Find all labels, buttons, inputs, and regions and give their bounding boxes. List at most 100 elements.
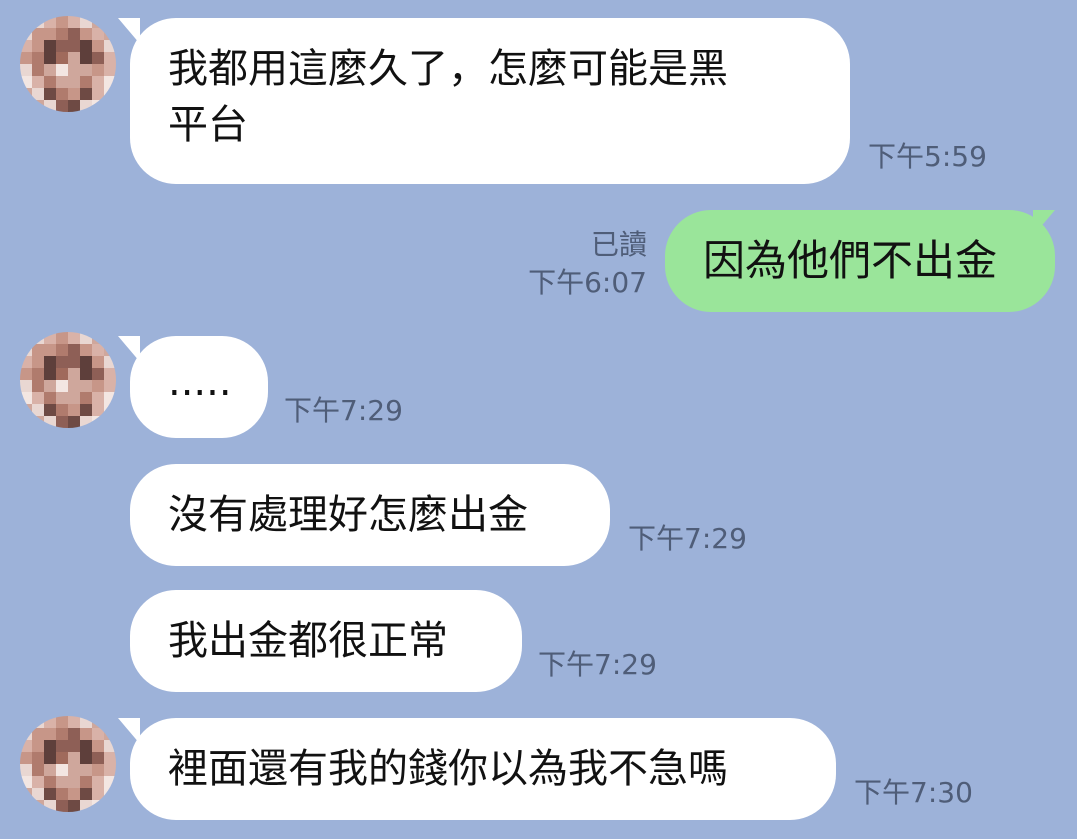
avatar-pixel [92, 40, 104, 52]
avatar-pixel [92, 752, 104, 764]
avatar-pixel [92, 88, 104, 100]
avatar-pixel [44, 776, 56, 788]
avatar-pixel [44, 788, 56, 800]
avatar-pixel [20, 16, 32, 28]
avatar-pixel [56, 752, 68, 764]
avatar-pixel [32, 740, 44, 752]
avatar-pixel [44, 728, 56, 740]
avatar-pixel [44, 88, 56, 100]
avatar-pixel [80, 76, 92, 88]
avatar-pixel [68, 416, 80, 428]
message-bubble-incoming[interactable]: 沒有處理好怎麼出金 [130, 464, 610, 566]
avatar-pixel [44, 52, 56, 64]
avatar-pixel [44, 356, 56, 368]
contact-avatar[interactable] [20, 332, 116, 428]
avatar-pixel [56, 728, 68, 740]
avatar-pixel [92, 776, 104, 788]
avatar-pixel [20, 356, 32, 368]
avatar-pixel [80, 800, 92, 812]
avatar-pixel [92, 52, 104, 64]
avatar-pixel [56, 368, 68, 380]
avatar-pixel [92, 788, 104, 800]
avatar-pixel [92, 368, 104, 380]
avatar-pixel [56, 100, 68, 112]
avatar-pixel [104, 368, 116, 380]
avatar-pixel [56, 764, 68, 776]
message-timestamp: 下午5:59 [868, 140, 987, 173]
contact-avatar[interactable] [20, 716, 116, 812]
avatar-pixel [56, 788, 68, 800]
avatar-pixel [44, 28, 56, 40]
avatar-pixel [56, 392, 68, 404]
avatar-pixel [56, 416, 68, 428]
avatar-pixel [56, 52, 68, 64]
avatar-pixel [104, 40, 116, 52]
avatar-pixel [104, 88, 116, 100]
avatar-pixel [20, 716, 32, 728]
avatar-pixel [104, 344, 116, 356]
message-bubble-incoming[interactable]: 裡面還有我的錢你以為我不急嗎 [130, 718, 836, 820]
avatar-pixel [80, 368, 92, 380]
avatar-pixel [80, 332, 92, 344]
avatar-pixel [44, 76, 56, 88]
avatar-pixel [68, 28, 80, 40]
avatar-pixel [44, 416, 56, 428]
message-bubble-incoming[interactable]: ..... [130, 336, 268, 438]
avatar-pixel [32, 392, 44, 404]
avatar-pixel [68, 368, 80, 380]
avatar-pixel [20, 40, 32, 52]
message-bubble-outgoing[interactable]: 因為他們不出金 [665, 210, 1055, 312]
avatar-pixel [68, 740, 80, 752]
read-receipt: 已讀 [590, 228, 647, 261]
avatar-pixel [104, 356, 116, 368]
message-bubble-incoming[interactable]: 我出金都很正常 [130, 590, 522, 692]
avatar-pixel [68, 344, 80, 356]
contact-avatar[interactable] [20, 16, 116, 112]
avatar-pixel [80, 88, 92, 100]
avatar-pixel [44, 764, 56, 776]
avatar-pixel [104, 392, 116, 404]
message-timestamp: 下午7:29 [284, 394, 403, 427]
avatar-pixel [80, 764, 92, 776]
avatar-pixel [104, 332, 116, 344]
avatar-pixel [32, 416, 44, 428]
avatar-pixel [80, 40, 92, 52]
avatar-pixel [56, 332, 68, 344]
avatar-pixel [32, 100, 44, 112]
avatar-pixel [68, 776, 80, 788]
avatar-pixel [20, 64, 32, 76]
avatar-pixel [92, 100, 104, 112]
avatar-pixel [20, 392, 32, 404]
avatar-pixel [20, 100, 32, 112]
avatar-pixel [56, 28, 68, 40]
avatar-pixel [32, 752, 44, 764]
avatar-pixel [80, 728, 92, 740]
avatar-pixel [92, 356, 104, 368]
avatar-pixel [56, 88, 68, 100]
avatar-pixel [92, 728, 104, 740]
avatar-pixel [80, 416, 92, 428]
avatar-pixel [80, 380, 92, 392]
avatar-pixel [20, 800, 32, 812]
avatar-pixel [68, 392, 80, 404]
avatar-pixel [68, 764, 80, 776]
avatar-pixel [32, 776, 44, 788]
avatar-pixel [80, 344, 92, 356]
avatar-pixel [104, 788, 116, 800]
avatar-pixel [20, 740, 32, 752]
avatar-pixel [20, 344, 32, 356]
avatar-pixel [20, 776, 32, 788]
avatar-pixel [20, 52, 32, 64]
avatar-pixel [68, 788, 80, 800]
avatar-pixel [80, 28, 92, 40]
message-timestamp: 下午7:29 [538, 648, 657, 681]
message-bubble-incoming[interactable]: 我都用這麼久了，怎麼可能是黑 平台 [130, 18, 850, 184]
avatar-pixel [20, 28, 32, 40]
avatar-pixel [20, 728, 32, 740]
message-timestamp: 下午7:30 [854, 776, 973, 809]
avatar-pixel [104, 716, 116, 728]
avatar-pixel [32, 356, 44, 368]
avatar-pixel [80, 788, 92, 800]
avatar-pixel [92, 28, 104, 40]
avatar-pixel [80, 356, 92, 368]
